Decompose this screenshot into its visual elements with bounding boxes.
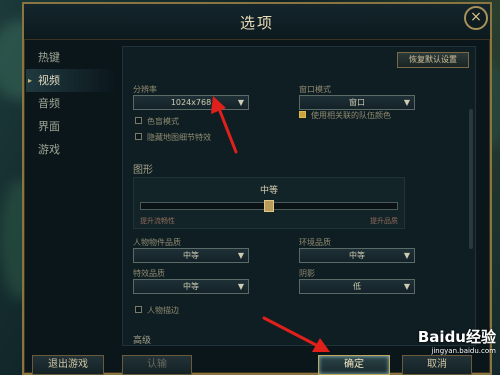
watermark-url: jingyan.baidu.com (431, 347, 496, 355)
ok-annotation-arrow (262, 316, 330, 352)
resolution-annotation-arrow (211, 96, 238, 154)
watermark-brand: Baidu经验 (417, 328, 496, 346)
annotation-arrows (211, 96, 330, 352)
baidu-watermark: Baidu经验 jingyan.baidu.com (418, 326, 496, 355)
